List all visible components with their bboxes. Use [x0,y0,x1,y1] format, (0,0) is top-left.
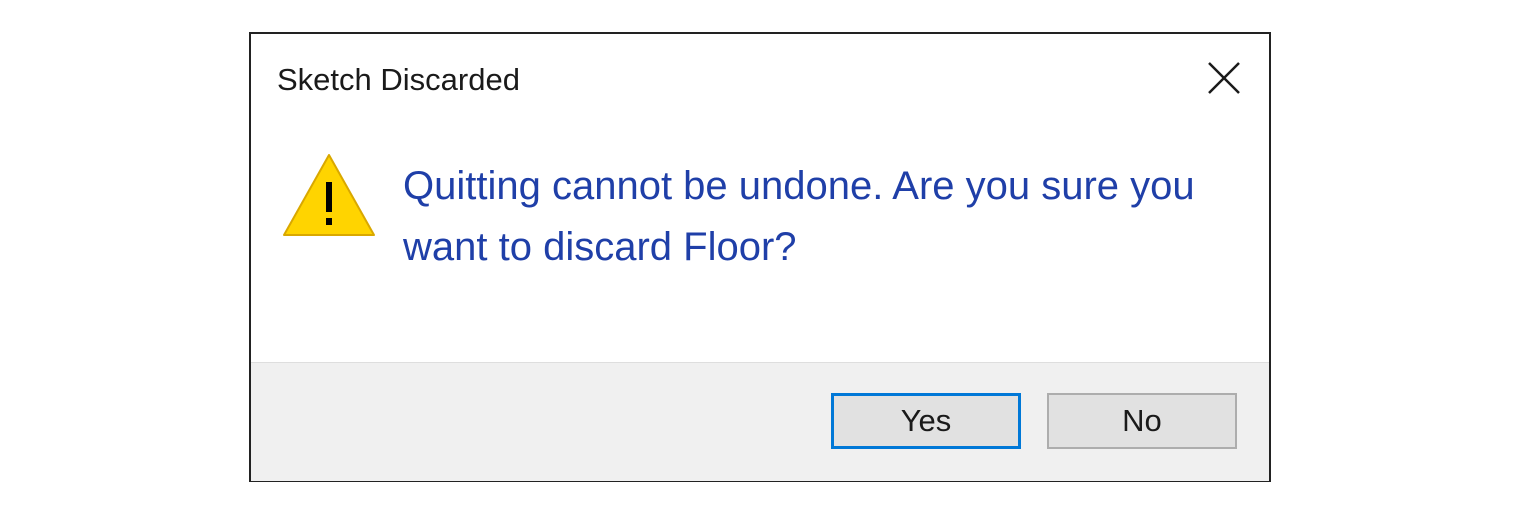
dialog-content: Quitting cannot be undone. Are you sure … [251,122,1269,362]
confirm-dialog: Sketch Discarded Quitting cannot be undo… [249,32,1271,482]
close-icon [1208,62,1240,94]
dialog-button-bar: Yes No [251,362,1269,481]
yes-button[interactable]: Yes [831,393,1021,449]
dialog-titlebar: Sketch Discarded [251,34,1269,122]
close-button[interactable] [1179,44,1269,112]
dialog-message: Quitting cannot be undone. Are you sure … [403,164,1195,269]
warning-icon [283,154,375,236]
dialog-title: Sketch Discarded [277,62,520,97]
no-button[interactable]: No [1047,393,1237,449]
